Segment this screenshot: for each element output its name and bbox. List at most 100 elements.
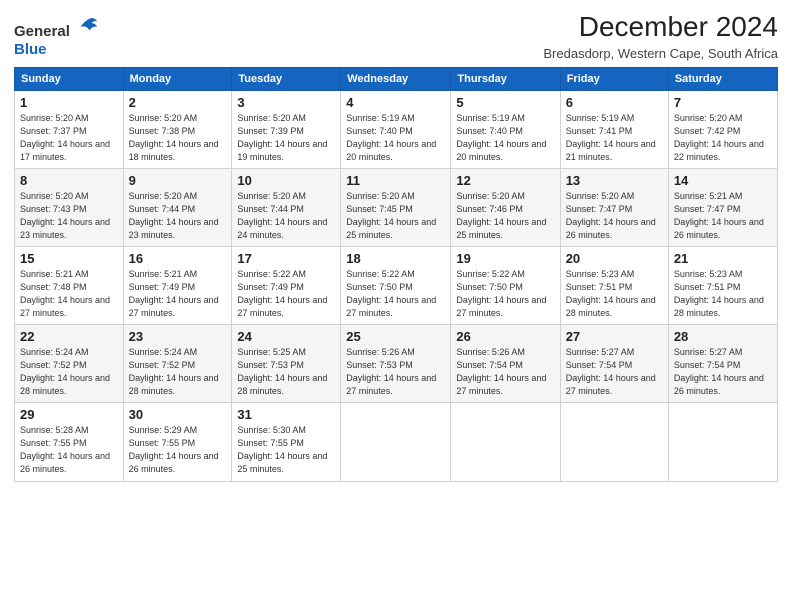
calendar-cell: 2 Sunrise: 5:20 AMSunset: 7:38 PMDaylight… [123, 90, 232, 168]
day-number: 18 [346, 251, 445, 266]
calendar-cell: 15Sunrise: 5:21 AMSunset: 7:48 PMDayligh… [15, 246, 124, 324]
calendar-cell: 7 Sunrise: 5:20 AMSunset: 7:42 PMDaylight… [668, 90, 777, 168]
calendar-cell [560, 403, 668, 481]
day-number: 3 [237, 95, 335, 110]
day-number: 14 [674, 173, 772, 188]
calendar-cell: 4 Sunrise: 5:19 AMSunset: 7:40 PMDaylight… [341, 90, 451, 168]
day-number: 19 [456, 251, 554, 266]
day-info: Sunrise: 5:28 AMSunset: 7:55 PMDaylight:… [20, 424, 118, 476]
day-info: Sunrise: 5:24 AMSunset: 7:52 PMDaylight:… [20, 346, 118, 398]
day-number: 26 [456, 329, 554, 344]
day-number: 21 [674, 251, 772, 266]
day-number: 5 [456, 95, 554, 110]
header-row: General Blue December 2024 Bredasdorp, W… [14, 10, 778, 61]
column-header-sunday: Sunday [15, 67, 124, 90]
day-info: Sunrise: 5:19 AMSunset: 7:40 PMDaylight:… [456, 112, 554, 164]
calendar-cell: 1 Sunrise: 5:20 AMSunset: 7:37 PMDaylight… [15, 90, 124, 168]
column-header-monday: Monday [123, 67, 232, 90]
day-info: Sunrise: 5:19 AMSunset: 7:40 PMDaylight:… [346, 112, 445, 164]
day-info: Sunrise: 5:20 AMSunset: 7:42 PMDaylight:… [674, 112, 772, 164]
column-header-saturday: Saturday [668, 67, 777, 90]
calendar-cell: 21Sunrise: 5:23 AMSunset: 7:51 PMDayligh… [668, 246, 777, 324]
day-number: 1 [20, 95, 118, 110]
calendar-week-row: 8 Sunrise: 5:20 AMSunset: 7:43 PMDaylight… [15, 168, 778, 246]
calendar-header-row: SundayMondayTuesdayWednesdayThursdayFrid… [15, 67, 778, 90]
calendar-week-row: 1 Sunrise: 5:20 AMSunset: 7:37 PMDaylight… [15, 90, 778, 168]
day-info: Sunrise: 5:21 AMSunset: 7:49 PMDaylight:… [129, 268, 227, 320]
calendar-cell: 25Sunrise: 5:26 AMSunset: 7:53 PMDayligh… [341, 325, 451, 403]
day-number: 12 [456, 173, 554, 188]
calendar-cell: 16 Sunrise: 5:21 AMSunset: 7:49 PMDayligh… [123, 246, 232, 324]
day-number: 24 [237, 329, 335, 344]
calendar-cell: 29 Sunrise: 5:28 AMSunset: 7:55 PMDayligh… [15, 403, 124, 481]
day-number: 8 [20, 173, 118, 188]
calendar-cell: 5 Sunrise: 5:19 AMSunset: 7:40 PMDaylight… [451, 90, 560, 168]
day-number: 31 [237, 407, 335, 422]
calendar-cell: 23Sunrise: 5:24 AMSunset: 7:52 PMDayligh… [123, 325, 232, 403]
day-info: Sunrise: 5:23 AMSunset: 7:51 PMDaylight:… [566, 268, 663, 320]
day-info: Sunrise: 5:22 AMSunset: 7:50 PMDaylight:… [346, 268, 445, 320]
day-info: Sunrise: 5:20 AMSunset: 7:39 PMDaylight:… [237, 112, 335, 164]
calendar-cell: 31 Sunrise: 5:30 AMSunset: 7:55 PMDayligh… [232, 403, 341, 481]
day-info: Sunrise: 5:26 AMSunset: 7:53 PMDaylight:… [346, 346, 445, 398]
day-info: Sunrise: 5:20 AMSunset: 7:47 PMDaylight:… [566, 190, 663, 242]
day-info: Sunrise: 5:27 AMSunset: 7:54 PMDaylight:… [566, 346, 663, 398]
day-number: 27 [566, 329, 663, 344]
day-number: 22 [20, 329, 118, 344]
day-number: 7 [674, 95, 772, 110]
day-info: Sunrise: 5:20 AMSunset: 7:45 PMDaylight:… [346, 190, 445, 242]
day-number: 20 [566, 251, 663, 266]
day-number: 4 [346, 95, 445, 110]
calendar-cell: 28Sunrise: 5:27 AMSunset: 7:54 PMDayligh… [668, 325, 777, 403]
calendar-cell: 24 Sunrise: 5:25 AMSunset: 7:53 PMDayligh… [232, 325, 341, 403]
calendar-cell: 9 Sunrise: 5:20 AMSunset: 7:44 PMDaylight… [123, 168, 232, 246]
calendar-cell [341, 403, 451, 481]
column-header-thursday: Thursday [451, 67, 560, 90]
day-info: Sunrise: 5:21 AMSunset: 7:47 PMDaylight:… [674, 190, 772, 242]
calendar-cell: 6Sunrise: 5:19 AMSunset: 7:41 PMDaylight… [560, 90, 668, 168]
day-number: 29 [20, 407, 118, 422]
calendar-cell: 12 Sunrise: 5:20 AMSunset: 7:46 PMDayligh… [451, 168, 560, 246]
day-info: Sunrise: 5:20 AMSunset: 7:38 PMDaylight:… [129, 112, 227, 164]
calendar-cell: 18 Sunrise: 5:22 AMSunset: 7:50 PMDayligh… [341, 246, 451, 324]
day-info: Sunrise: 5:26 AMSunset: 7:54 PMDaylight:… [456, 346, 554, 398]
day-info: Sunrise: 5:30 AMSunset: 7:55 PMDaylight:… [237, 424, 335, 476]
calendar-week-row: 22 Sunrise: 5:24 AMSunset: 7:52 PMDayligh… [15, 325, 778, 403]
calendar-table: SundayMondayTuesdayWednesdayThursdayFrid… [14, 67, 778, 482]
column-header-wednesday: Wednesday [341, 67, 451, 90]
calendar-week-row: 15Sunrise: 5:21 AMSunset: 7:48 PMDayligh… [15, 246, 778, 324]
day-info: Sunrise: 5:22 AMSunset: 7:50 PMDaylight:… [456, 268, 554, 320]
day-number: 16 [129, 251, 227, 266]
calendar-cell: 10Sunrise: 5:20 AMSunset: 7:44 PMDayligh… [232, 168, 341, 246]
day-info: Sunrise: 5:22 AMSunset: 7:49 PMDaylight:… [237, 268, 335, 320]
day-number: 9 [129, 173, 227, 188]
day-info: Sunrise: 5:20 AMSunset: 7:46 PMDaylight:… [456, 190, 554, 242]
day-number: 2 [129, 95, 227, 110]
calendar-cell: 27 Sunrise: 5:27 AMSunset: 7:54 PMDayligh… [560, 325, 668, 403]
calendar-cell: 19 Sunrise: 5:22 AMSunset: 7:50 PMDayligh… [451, 246, 560, 324]
calendar-cell: 11Sunrise: 5:20 AMSunset: 7:45 PMDayligh… [341, 168, 451, 246]
column-header-friday: Friday [560, 67, 668, 90]
logo-blue-text: Blue [14, 41, 47, 58]
calendar-cell [451, 403, 560, 481]
day-info: Sunrise: 5:25 AMSunset: 7:53 PMDaylight:… [237, 346, 335, 398]
day-number: 10 [237, 173, 335, 188]
title-block: December 2024 Bredasdorp, Western Cape, … [543, 10, 778, 61]
calendar-cell: 17Sunrise: 5:22 AMSunset: 7:49 PMDayligh… [232, 246, 341, 324]
day-info: Sunrise: 5:20 AMSunset: 7:37 PMDaylight:… [20, 112, 118, 164]
month-title: December 2024 [543, 10, 778, 44]
logo-bird-icon [77, 23, 99, 40]
day-number: 30 [129, 407, 227, 422]
day-number: 28 [674, 329, 772, 344]
day-info: Sunrise: 5:20 AMSunset: 7:43 PMDaylight:… [20, 190, 118, 242]
day-number: 6 [566, 95, 663, 110]
calendar-cell: 13Sunrise: 5:20 AMSunset: 7:47 PMDayligh… [560, 168, 668, 246]
calendar-cell: 14 Sunrise: 5:21 AMSunset: 7:47 PMDayligh… [668, 168, 777, 246]
calendar-cell: 22 Sunrise: 5:24 AMSunset: 7:52 PMDayligh… [15, 325, 124, 403]
day-info: Sunrise: 5:20 AMSunset: 7:44 PMDaylight:… [129, 190, 227, 242]
day-number: 23 [129, 329, 227, 344]
day-info: Sunrise: 5:29 AMSunset: 7:55 PMDaylight:… [129, 424, 227, 476]
logo-general-text: General [14, 23, 70, 40]
calendar-week-row: 29 Sunrise: 5:28 AMSunset: 7:55 PMDayligh… [15, 403, 778, 481]
location-title: Bredasdorp, Western Cape, South Africa [543, 46, 778, 61]
